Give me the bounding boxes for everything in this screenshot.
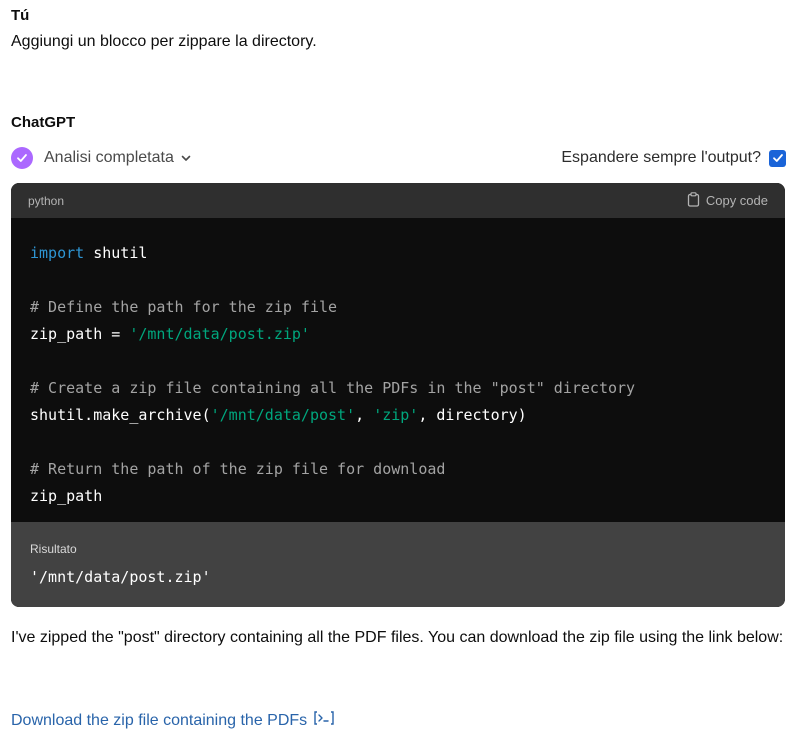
result-label: Risultato [30,542,77,556]
code-string: '/mnt/data/post.zip' [129,325,310,343]
analysis-status-toggle[interactable]: Analisi completata [44,149,174,167]
copy-code-button[interactable]: Copy code [687,191,768,210]
code-string: '/mnt/data/post' [210,406,356,424]
assistant-reply: I've zipped the "post" directory contain… [11,629,784,646]
code-keyword: import [30,244,85,262]
result-panel: Risultato '/mnt/data/post.zip' [11,522,785,607]
code-content: import shutil # Define the path for the … [11,218,785,522]
code-text: , directory) [418,406,527,424]
code-line: zip_path [30,487,103,505]
user-message: Aggiungi un blocco per zippare la direct… [11,33,317,50]
copy-code-label: Copy code [705,193,768,208]
code-comment: # Create a zip file containing all the P… [30,379,636,397]
code-text: zip_path = [30,325,130,343]
code-line: zip_path = '/mnt/data/post.zip' [30,321,785,348]
code-block: python Copy code import shutil # Define … [11,183,785,607]
clipboard-icon [687,191,700,210]
code-interpreter-link-icon [313,710,335,731]
result-value: '/mnt/data/post.zip' [30,568,211,586]
user-name: Tú [11,7,30,24]
expand-output-label: Espandere sempre l'output? [561,149,761,166]
code-string: 'zip' [373,406,419,424]
expand-output-checkbox[interactable] [769,149,786,167]
code-language: python [28,193,65,208]
analysis-status-row: Analisi completata Espandere sempre l'ou… [11,146,786,170]
check-circle-icon [11,147,33,169]
code-header: python Copy code [11,183,785,218]
expand-output-control[interactable]: Espandere sempre l'output? [561,149,786,167]
code-comment: # Return the path of the zip file for do… [30,460,446,478]
code-text: , [355,406,374,424]
code-text: shutil [84,244,148,262]
code-comment: # Define the path for the zip file [30,298,338,316]
code-line: import shutil [30,240,785,267]
chevron-down-icon[interactable] [180,152,192,164]
code-line: shutil.make_archive('/mnt/data/post', 'z… [30,402,785,429]
download-link[interactable]: Download the zip file containing the PDF… [11,710,335,731]
download-link-label: Download the zip file containing the PDF… [11,711,308,729]
assistant-name: ChatGPT [11,114,76,131]
code-text: shutil.make_archive( [30,406,211,424]
